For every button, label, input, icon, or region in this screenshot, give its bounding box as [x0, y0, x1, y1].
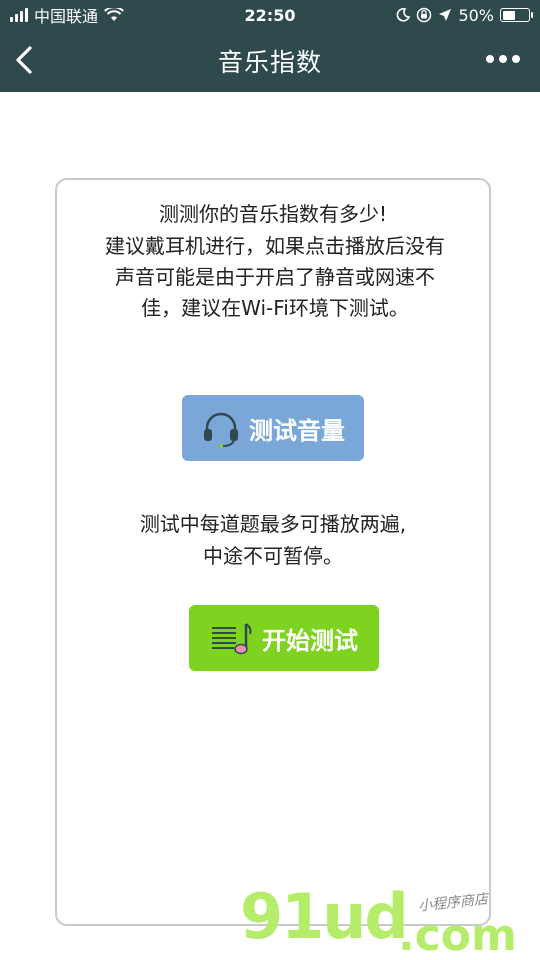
music-note-icon — [212, 623, 252, 655]
more-dot — [499, 55, 507, 63]
status-right: 50% — [396, 5, 533, 25]
test-note: 测试中每道题最多可播放两遍, 中途不可暂停。 — [57, 508, 489, 572]
test-volume-button[interactable]: 测试音量 — [182, 395, 364, 461]
start-test-label: 开始测试 — [262, 626, 358, 655]
battery-icon — [500, 8, 533, 22]
page-title: 音乐指数 — [217, 48, 322, 77]
test-volume-label: 测试音量 — [249, 416, 345, 445]
back-button[interactable] — [14, 46, 34, 74]
status-bar: 中国联通 22:50 50% — [0, 0, 540, 30]
content-card: 测测你的音乐指数有多少! 建议戴耳机进行，如果点击播放后没有声音可能是由于开启了… — [55, 178, 491, 926]
watermark-logo: 91ud — [240, 880, 409, 953]
headphones-icon — [204, 412, 238, 448]
intro-body: 建议戴耳机进行，如果点击播放后没有声音可能是由于开启了静音或网速不佳，建议在Wi… — [105, 234, 445, 320]
battery-percent: 50% — [458, 5, 494, 25]
location-icon — [439, 9, 452, 21]
moon-icon — [397, 8, 411, 22]
watermark-domain: .com — [398, 910, 517, 960]
rotation-lock-icon — [417, 7, 432, 23]
wifi-icon — [104, 8, 124, 21]
intro-title: 测测你的音乐指数有多少! — [158, 202, 388, 226]
signal-icon — [10, 8, 28, 22]
test-note-line2: 中途不可暂停。 — [203, 544, 343, 568]
start-test-button[interactable]: 开始测试 — [189, 605, 379, 671]
more-button[interactable] — [486, 55, 520, 63]
test-note-line1: 测试中每道题最多可播放两遍, — [139, 512, 407, 536]
status-left: 中国联通 — [10, 3, 124, 27]
nav-bar: 音乐指数 — [0, 30, 540, 92]
more-dot — [512, 55, 520, 63]
more-dot — [486, 55, 494, 63]
watermark: 91ud 小程序商店 .com — [240, 880, 530, 960]
carrier-label: 中国联通 — [34, 7, 99, 26]
